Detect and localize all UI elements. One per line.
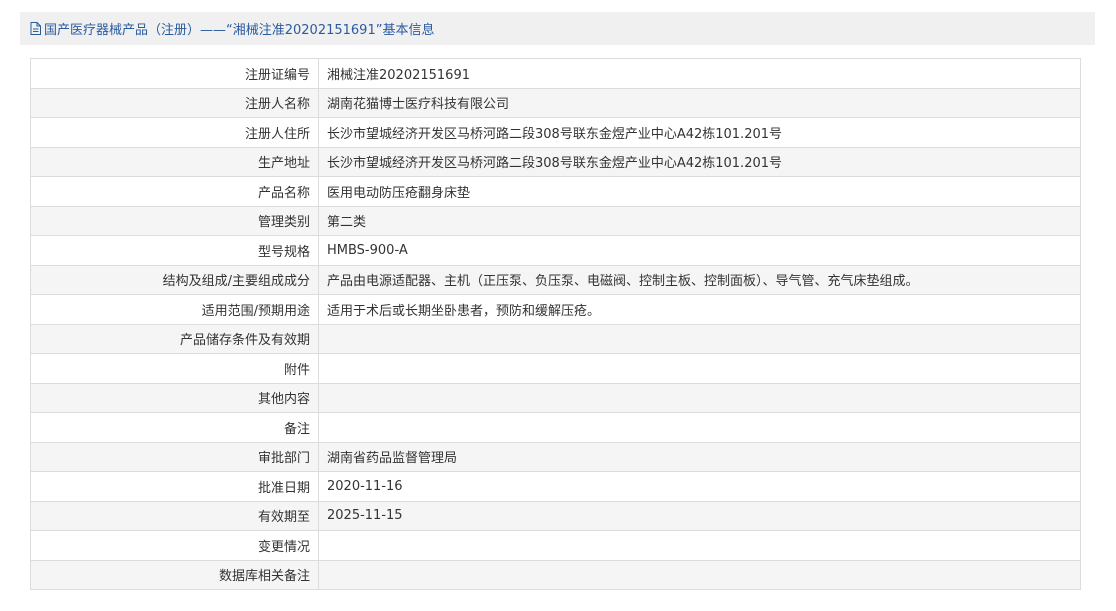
table-row: 变更情况 [30,530,1081,561]
field-label: 有效期至 [30,500,319,531]
table-row: 适用范围/预期用途 适用于术后或长期坐卧患者，预防和缓解压疮。 [30,294,1081,325]
table-row: 注册证编号 湘械注准20202151691 [30,58,1081,89]
field-value: 湖南省药品监督管理局 [318,441,1081,472]
field-value: 湘械注准20202151691 [318,58,1081,89]
field-label: 注册证编号 [30,58,319,89]
table-row: 备注 [30,412,1081,443]
panel-header: 国产医疗器械产品（注册）——“湘械注准20202151691”基本信息 [20,12,1095,45]
table-row: 生产地址 长沙市望城经济开发区马桥河路二段308号联东金煜产业中心A42栋101… [30,146,1081,177]
field-value: 2020-11-16 [318,471,1081,502]
field-value: 第二类 [318,205,1081,236]
field-value [318,412,1081,443]
detail-panel: 国产医疗器械产品（注册）——“湘械注准20202151691”基本信息 注册证编… [20,12,1095,611]
info-table: 注册证编号 湘械注准20202151691 注册人名称 湖南花猫博士医疗科技有限… [30,58,1081,590]
field-value: 适用于术后或长期坐卧患者，预防和缓解压疮。 [318,294,1081,325]
table-row: 型号规格 HMBS-900-A [30,235,1081,266]
field-value: HMBS-900-A [318,235,1081,266]
field-value [318,353,1081,384]
table-row: 产品名称 医用电动防压疮翻身床垫 [30,176,1081,207]
field-label: 生产地址 [30,146,319,177]
field-label: 注册人住所 [30,117,319,148]
table-row: 注册人住所 长沙市望城经济开发区马桥河路二段308号联东金煜产业中心A42栋10… [30,117,1081,148]
field-value: 长沙市望城经济开发区马桥河路二段308号联东金煜产业中心A42栋101.201号 [318,146,1081,177]
field-label: 批准日期 [30,471,319,502]
field-label: 结构及组成/主要组成成分 [30,264,319,295]
table-row: 其他内容 [30,382,1081,413]
table-row: 结构及组成/主要组成成分 产品由电源适配器、主机（正压泵、负压泵、电磁阀、控制主… [30,264,1081,295]
field-label: 管理类别 [30,205,319,236]
field-value [318,559,1081,590]
field-label: 审批部门 [30,441,319,472]
field-value: 长沙市望城经济开发区马桥河路二段308号联东金煜产业中心A42栋101.201号 [318,117,1081,148]
table-row: 产品储存条件及有效期 [30,323,1081,354]
field-label: 产品名称 [30,176,319,207]
table-row: 附件 [30,353,1081,384]
field-value: 产品由电源适配器、主机（正压泵、负压泵、电磁阀、控制主板、控制面板）、导气管、充… [318,264,1081,295]
field-value: 湖南花猫博士医疗科技有限公司 [318,87,1081,118]
table-row: 注册人名称 湖南花猫博士医疗科技有限公司 [30,87,1081,118]
field-label: 型号规格 [30,235,319,266]
field-label: 注册人名称 [30,87,319,118]
field-label: 备注 [30,412,319,443]
field-label: 适用范围/预期用途 [30,294,319,325]
field-value [318,323,1081,354]
field-value: 2025-11-15 [318,500,1081,531]
field-label: 数据库相关备注 [30,559,319,590]
table-row: 有效期至 2025-11-15 [30,500,1081,531]
field-value: 医用电动防压疮翻身床垫 [318,176,1081,207]
field-value [318,530,1081,561]
field-label: 变更情况 [30,530,319,561]
field-value [318,382,1081,413]
table-row: 审批部门 湖南省药品监督管理局 [30,441,1081,472]
field-label: 其他内容 [30,382,319,413]
field-label: 产品储存条件及有效期 [30,323,319,354]
table-row: 批准日期 2020-11-16 [30,471,1081,502]
field-label: 附件 [30,353,319,384]
table-row: 数据库相关备注 [30,559,1081,590]
table-row: 管理类别 第二类 [30,205,1081,236]
page-title: 国产医疗器械产品（注册）——“湘械注准20202151691”基本信息 [44,23,435,38]
document-icon [30,22,41,35]
